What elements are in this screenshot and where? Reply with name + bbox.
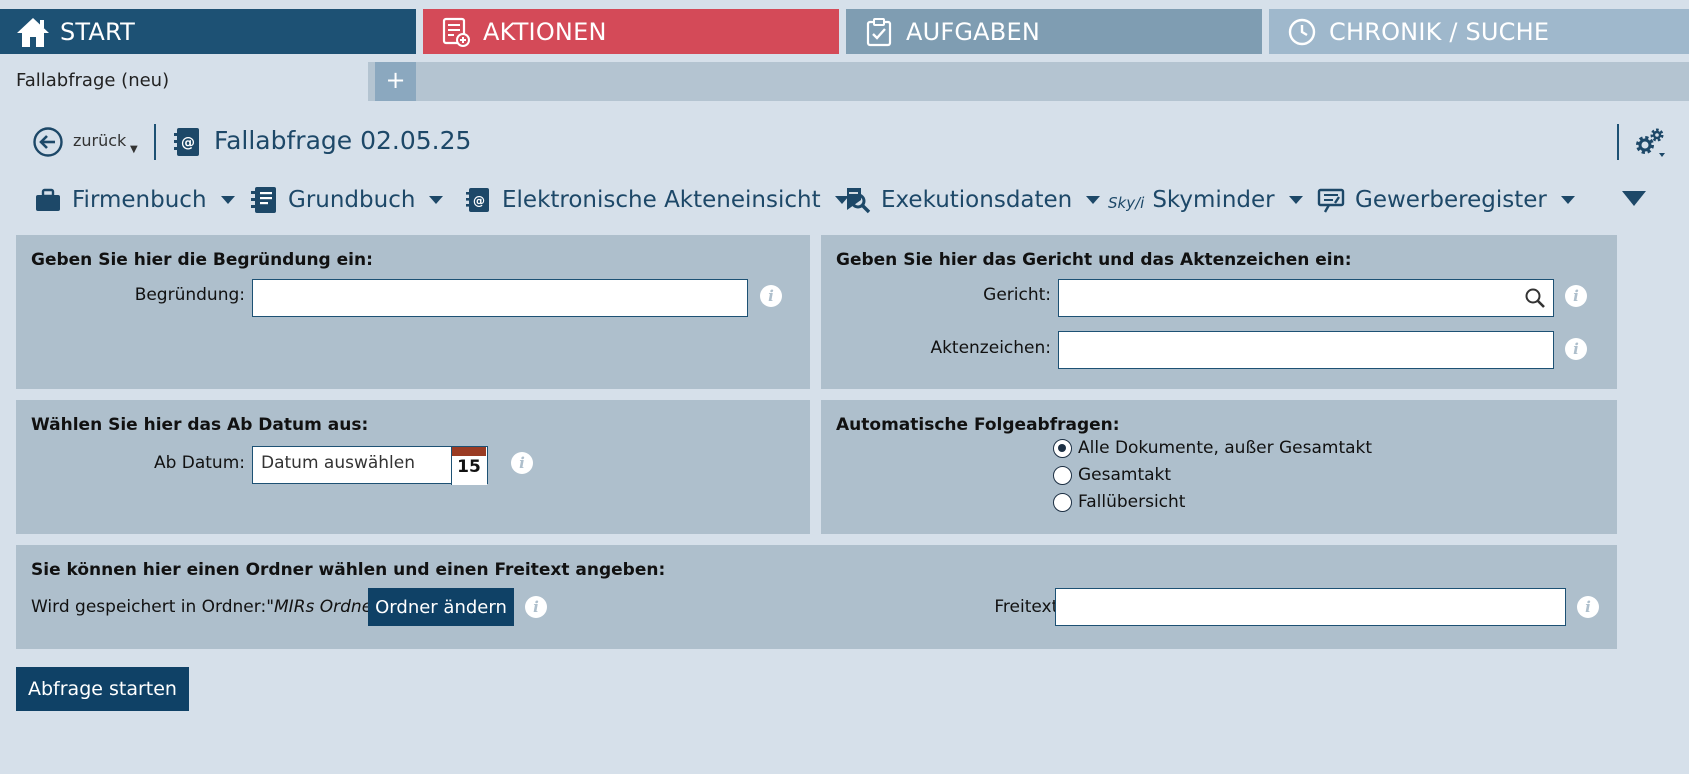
tab-fallabfrage[interactable]: Fallabfrage (neu) xyxy=(0,62,368,101)
search-icon[interactable] xyxy=(1524,287,1546,309)
nav-tab-aktionen-label: AKTIONEN xyxy=(483,17,607,46)
toolbar-gewerberegister-label: Gewerberegister xyxy=(1355,187,1547,213)
toolbar-firmenbuch[interactable]: Firmenbuch xyxy=(34,178,235,222)
saved-in-folder-text: Wird gespeichert in Ordner:"MIRs Ordner" xyxy=(31,597,387,617)
briefcase-icon xyxy=(34,186,62,214)
ab-datum-label: Ab Datum: xyxy=(153,453,245,473)
info-icon[interactable]: i xyxy=(1577,596,1599,618)
top-navigation: START AKTIONEN AUFGABEN CHRONIK / SUCHE xyxy=(0,0,1689,62)
radio-gesamtakt[interactable]: Gesamtakt xyxy=(1053,465,1171,485)
gericht-panel-title: Geben Sie hier das Gericht und das Akten… xyxy=(836,250,1352,270)
begruendung-panel: Geben Sie hier die Begründung ein: Begrü… xyxy=(16,235,810,389)
service-toolbar: Firmenbuch Grundbuch @ Elektronische Akt… xyxy=(0,178,1689,222)
toolbar-grundbuch[interactable]: Grundbuch xyxy=(250,178,444,222)
chevron-down-icon xyxy=(429,196,444,204)
back-dropdown-caret[interactable]: ▼ xyxy=(130,144,138,155)
divider xyxy=(154,124,156,160)
clock-icon xyxy=(1285,15,1319,49)
radio-label: Fallübersicht xyxy=(1078,492,1186,512)
register-sign-icon xyxy=(1317,186,1345,214)
gericht-panel: Geben Sie hier das Gericht und das Akten… xyxy=(821,235,1617,389)
toolbar-grundbuch-label: Grundbuch xyxy=(288,187,416,213)
home-icon xyxy=(16,15,50,49)
nav-tab-aktionen[interactable]: AKTIONEN xyxy=(423,9,839,54)
ordner-panel-title: Sie können hier einen Ordner wählen und … xyxy=(31,560,666,580)
page-header: zurück ▼ @ Fallabfrage 02.05.25 xyxy=(0,118,1689,168)
saved-prefix: Wird gespeichert in Ordner: xyxy=(31,597,267,617)
address-book-icon: @ xyxy=(172,126,202,158)
radio-button[interactable] xyxy=(1053,465,1072,485)
toolbar-skyminder[interactable]: Sky/i Skyminder xyxy=(1108,178,1303,222)
add-tab-button[interactable]: + xyxy=(375,62,416,101)
toolbar-exekutionsdaten[interactable]: Exekutionsdaten xyxy=(843,178,1101,222)
calendar-icon[interactable]: 15 xyxy=(451,447,487,485)
radio-button[interactable] xyxy=(1053,438,1072,458)
freitext-label: Freitext: xyxy=(994,597,1064,617)
radio-button[interactable] xyxy=(1053,492,1072,512)
info-icon[interactable]: i xyxy=(525,596,547,618)
settings-gears-icon[interactable] xyxy=(1632,125,1668,161)
back-arrow-icon[interactable] xyxy=(32,126,64,158)
ledger-icon xyxy=(250,186,278,214)
gericht-label: Gericht: xyxy=(983,285,1051,305)
ordner-freitext-panel: Sie können hier einen Ordner wählen und … xyxy=(16,545,1617,649)
start-query-button[interactable]: Abfrage starten xyxy=(16,667,189,711)
actions-list-icon xyxy=(439,15,473,49)
begruendung-panel-title: Geben Sie hier die Begründung ein: xyxy=(31,250,373,270)
address-book-icon: @ xyxy=(464,186,492,214)
toolbar-exekutionsdaten-label: Exekutionsdaten xyxy=(881,187,1073,213)
toolbar-gewerberegister[interactable]: Gewerberegister xyxy=(1317,178,1575,222)
toolbar-akteneinsicht-label: Elektronische Akteneinsicht xyxy=(502,187,821,213)
begruendung-label: Begründung: xyxy=(134,285,245,305)
toolbar-overflow-menu[interactable] xyxy=(1622,191,1646,206)
back-button[interactable]: zurück xyxy=(73,131,126,150)
info-icon[interactable]: i xyxy=(511,452,533,474)
chevron-down-icon xyxy=(1560,196,1575,204)
skyminder-logo: Sky/i xyxy=(1108,194,1145,212)
nav-tab-chronik[interactable]: CHRONIK / SUCHE xyxy=(1269,9,1689,54)
radio-label: Gesamtakt xyxy=(1078,465,1172,485)
clipboard-check-icon xyxy=(862,15,896,49)
nav-tab-aufgaben[interactable]: AUFGABEN xyxy=(846,9,1262,54)
toolbar-skyminder-label: Skyminder xyxy=(1152,187,1275,213)
nav-tab-aufgaben-label: AUFGABEN xyxy=(906,17,1040,46)
nav-tab-start[interactable]: START xyxy=(0,9,416,54)
info-icon[interactable]: i xyxy=(760,285,782,307)
page-title: Fallabfrage 02.05.25 xyxy=(214,126,472,155)
calendar-day: 15 xyxy=(457,457,481,477)
aktenzeichen-input[interactable] xyxy=(1058,331,1554,369)
document-tab-strip: Fallabfrage (neu) + xyxy=(0,62,1689,101)
svg-text:@: @ xyxy=(473,194,485,208)
datum-panel-title: Wählen Sie hier das Ab Datum aus: xyxy=(31,415,369,435)
svg-text:@: @ xyxy=(181,135,195,151)
ab-datum-placeholder: Datum auswählen xyxy=(261,453,416,473)
folgeabfragen-panel: Automatische Folgeabfragen: Alle Dokumen… xyxy=(821,400,1617,534)
radio-label: Alle Dokumente, außer Gesamtakt xyxy=(1078,438,1373,458)
aktenzeichen-label: Aktenzeichen: xyxy=(930,338,1051,358)
chevron-down-icon xyxy=(1288,196,1303,204)
nav-tab-start-label: START xyxy=(60,17,136,46)
begruendung-input[interactable] xyxy=(252,279,748,317)
gericht-input[interactable] xyxy=(1058,279,1554,317)
chevron-down-icon xyxy=(220,196,235,204)
document-search-icon xyxy=(843,186,871,214)
nav-tab-chronik-label: CHRONIK / SUCHE xyxy=(1329,17,1550,46)
info-icon[interactable]: i xyxy=(1565,285,1587,307)
folgeabfragen-panel-title: Automatische Folgeabfragen: xyxy=(836,415,1120,435)
chevron-down-icon xyxy=(1086,196,1101,204)
radio-alle-dokumente[interactable]: Alle Dokumente, außer Gesamtakt xyxy=(1053,438,1372,458)
divider xyxy=(1617,124,1619,160)
toolbar-firmenbuch-label: Firmenbuch xyxy=(72,187,207,213)
radio-falluebersicht[interactable]: Fallübersicht xyxy=(1053,492,1185,512)
freitext-input[interactable] xyxy=(1055,588,1566,626)
ab-datum-input[interactable]: Datum auswählen 15 xyxy=(252,446,488,485)
toolbar-akteneinsicht[interactable]: @ Elektronische Akteneinsicht xyxy=(464,178,849,222)
info-icon[interactable]: i xyxy=(1565,338,1587,360)
datum-panel: Wählen Sie hier das Ab Datum aus: Ab Dat… xyxy=(16,400,810,534)
change-folder-button[interactable]: Ordner ändern xyxy=(368,588,514,626)
